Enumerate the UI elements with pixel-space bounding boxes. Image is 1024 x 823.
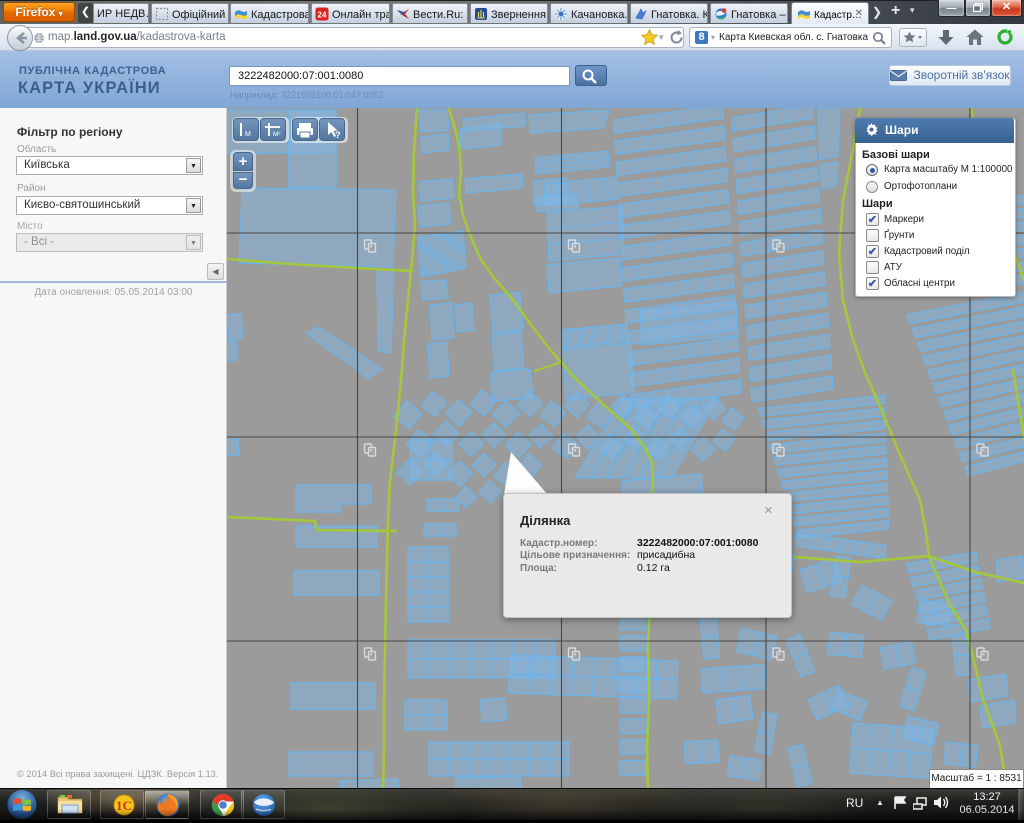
svg-text:24: 24 [318, 11, 327, 20]
svg-text:1С: 1С [116, 798, 132, 813]
svg-text:M²: M² [273, 131, 281, 138]
svg-text:?: ? [335, 130, 341, 140]
svg-text:M: M [245, 131, 251, 138]
